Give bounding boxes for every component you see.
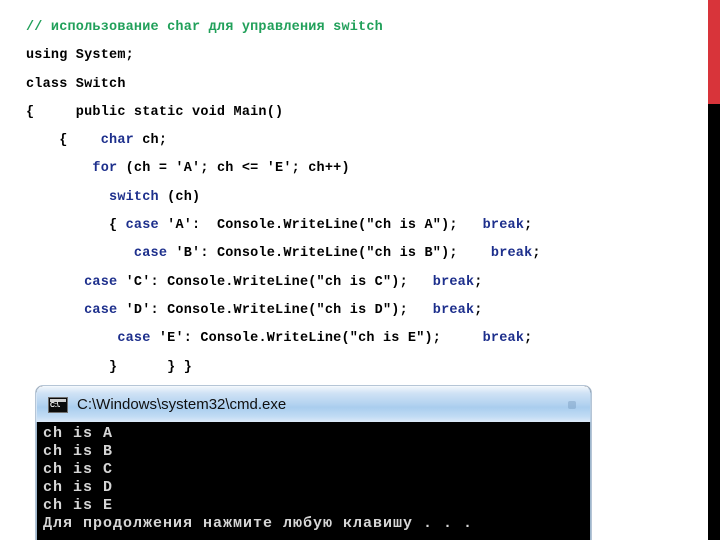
- console-output-line: ch is B: [43, 443, 114, 460]
- cmd-console-window[interactable]: C:\Windows\system32\cmd.exe ch is A ch i…: [36, 386, 591, 540]
- console-prompt-line: Для продолжения нажмите любую клавишу . …: [43, 515, 474, 532]
- code-line: case 'E': Console.WriteLine("ch is E"); …: [117, 331, 533, 347]
- code-listing: // использование char для управления swi…: [0, 14, 700, 382]
- code-line: class Switch: [26, 76, 126, 92]
- slide-canvas: // использование char для управления swi…: [0, 0, 720, 540]
- code-line: case 'B': Console.WriteLine("ch is B"); …: [133, 246, 541, 262]
- right-edge-black-bar: [708, 104, 720, 540]
- code-line: switch (ch): [109, 189, 201, 205]
- window-controls-placeholder[interactable]: [568, 401, 576, 409]
- console-output-line: ch is C: [43, 461, 114, 478]
- code-line: { public static void Main(): [26, 104, 284, 120]
- console-titlebar[interactable]: C:\Windows\system32\cmd.exe: [36, 386, 591, 422]
- code-line: case 'D': Console.WriteLine("ch is D"); …: [84, 302, 483, 318]
- code-line: { case 'A': Console.WriteLine("ch is A")…: [26, 218, 533, 234]
- code-line: // использование char для управления swi…: [26, 20, 383, 35]
- console-title: C:\Windows\system32\cmd.exe: [77, 396, 287, 413]
- code-line: case 'C': Console.WriteLine("ch is C"); …: [84, 274, 483, 290]
- right-edge-red-bar: [708, 0, 720, 104]
- console-output-line: ch is A: [43, 425, 114, 442]
- console-output-line: ch is D: [43, 479, 114, 496]
- cmd-window-icon: [48, 396, 68, 413]
- code-line: { char ch;: [26, 133, 168, 149]
- console-output-area: ch is A ch is B ch is C ch is D ch is E …: [36, 422, 591, 540]
- code-line: for (ch = 'A'; ch <= 'E'; ch++): [92, 161, 350, 177]
- console-output-line: ch is E: [43, 497, 114, 514]
- code-line: using System;: [26, 48, 134, 64]
- code-line: } } }: [26, 359, 193, 375]
